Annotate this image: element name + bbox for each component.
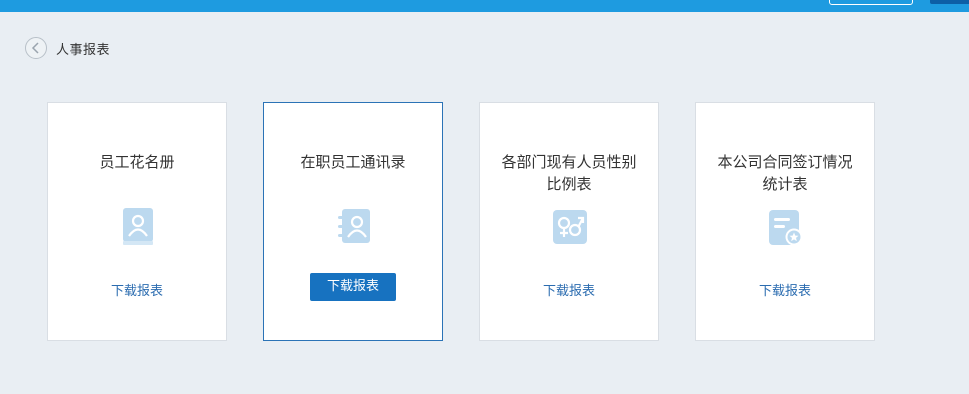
contract-stats-icon	[769, 210, 803, 246]
report-card-title: 各部门现有人员性别比例表	[501, 153, 637, 193]
page-title: 人事报表	[56, 42, 111, 58]
top-header-bar	[0, 0, 969, 12]
report-card-gender-ratio[interactable]: 各部门现有人员性别比例表 下载报表	[479, 102, 659, 341]
gender-ratio-icon	[553, 210, 587, 244]
report-card-contracts[interactable]: 本公司合同签订情况统计表 下载报表	[695, 102, 875, 341]
header-solid-button[interactable]	[930, 0, 969, 4]
download-report-link[interactable]: 下载报表	[480, 280, 658, 299]
report-card-title: 在职员工通讯录	[300, 153, 406, 171]
download-report-button[interactable]: 下载报表	[310, 273, 396, 301]
address-book-icon	[338, 209, 370, 243]
breadcrumb: 人事报表	[25, 37, 110, 59]
report-card-roster[interactable]: 员工花名册 下载报表	[47, 102, 227, 341]
header-outline-button[interactable]	[829, 0, 913, 5]
report-card-title: 员工花名册	[99, 153, 175, 171]
chevron-left-icon	[31, 42, 39, 54]
back-button[interactable]	[25, 37, 47, 59]
download-report-link[interactable]: 下载报表	[696, 280, 874, 299]
report-card-title: 本公司合同签订情况统计表	[717, 153, 853, 193]
report-card-directory[interactable]: 在职员工通讯录 下载报表	[263, 102, 443, 341]
download-report-link[interactable]: 下载报表	[48, 280, 226, 299]
contact-book-icon	[123, 208, 153, 245]
